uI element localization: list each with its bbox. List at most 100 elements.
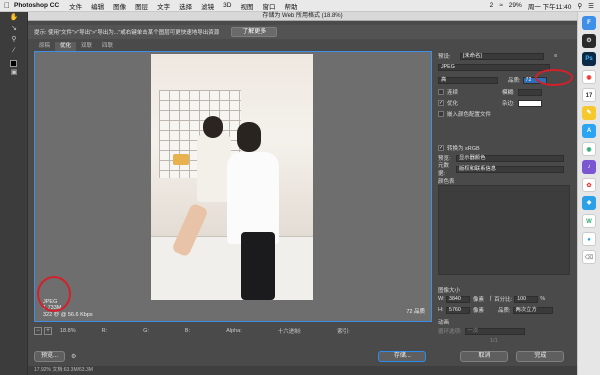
convert-srgb-checkbox[interactable]: ✓ [438, 145, 444, 151]
quality-row: 高 品质: 72 [438, 76, 547, 84]
menu-window[interactable]: 窗口 [262, 1, 275, 11]
progressive-checkbox[interactable] [438, 89, 444, 95]
width-input[interactable]: 3840 [446, 295, 470, 303]
quality-level-select[interactable]: 高 [438, 76, 498, 84]
embed-profile-label: 嵌入颜色配置文件 [447, 112, 492, 118]
convert-srgb-label: 转换为 sRGB [447, 146, 480, 152]
width-unit: 像素 [473, 297, 485, 303]
dock: F ⚙ Ps ◉ 17 ✎ A ◉ ♪ ✿ ◈ W ● ⌫ [577, 12, 600, 375]
learn-more-button[interactable]: 了解更多 [231, 27, 278, 37]
format-select[interactable]: JPEG [438, 63, 550, 71]
g-readout: G: [143, 327, 149, 334]
red-annotation-circle [37, 276, 71, 312]
menu-type[interactable]: 文字 [157, 1, 170, 11]
cancel-button[interactable]: 取消 [460, 351, 509, 362]
red-annotation-circle-quality [535, 69, 573, 86]
menu-help[interactable]: 帮助 [284, 1, 297, 11]
height-input[interactable]: 5760 [446, 306, 470, 314]
optimized-checkbox[interactable]: ✓ [438, 100, 444, 106]
preview-button[interactable]: 预览... [34, 351, 66, 362]
eyedropper-tool-icon[interactable]: ∕ [0, 45, 28, 56]
image-size-label: 图像大小 [438, 288, 461, 294]
qq-icon[interactable]: ● [582, 232, 596, 246]
trash-icon[interactable]: ⌫ [582, 250, 596, 264]
preset-select[interactable]: [未命名] [460, 52, 544, 60]
menu-filter[interactable]: 滤镜 [201, 1, 214, 11]
calendar-icon[interactable]: 17 [582, 88, 596, 102]
person-man-head [237, 122, 261, 152]
dialog-title: 存储为 Web 所用格式 (18.8%) [28, 12, 577, 21]
quality-label: 品质: [508, 78, 521, 84]
menu-edit[interactable]: 编辑 [91, 1, 104, 11]
appstore-icon[interactable]: A [582, 124, 596, 138]
status-area: 2 ≈ 29% 周一 下午11:40 ⚲ ☰ [490, 1, 600, 11]
loop-select[interactable]: 一次 [464, 327, 525, 335]
menu-3d[interactable]: 3D [223, 2, 231, 9]
notification-count[interactable]: 2 [490, 2, 494, 9]
menubar:  Photoshop CC 文件 编辑 图像 图层 文字 选择 滤镜 3D 视… [0, 0, 600, 12]
zoom-level[interactable]: 18.8% [60, 328, 76, 334]
percent-unit: % [540, 296, 546, 302]
settings-icon[interactable]: ⚙ [582, 34, 596, 48]
wechat-icon[interactable]: W [582, 214, 596, 228]
photos-icon[interactable]: ✿ [582, 178, 596, 192]
search-icon[interactable]: ⚲ [577, 2, 582, 10]
preset-label: 预设: [438, 54, 451, 60]
eyedropper-color-swatch[interactable] [10, 60, 17, 67]
zoom-tool-icon[interactable]: ⚲ [0, 34, 28, 45]
safari-icon[interactable]: ◈ [582, 196, 596, 210]
wifi-icon[interactable]: ≈ [499, 2, 503, 9]
save-for-web-dialog: 存储为 Web 所用格式 (18.8%) 提示: 使用"文件">"导出">"导出… [28, 12, 577, 375]
convert-srgb-row: ✓ 转换为 sRGB [438, 144, 480, 152]
percent-input[interactable]: 100 [514, 295, 539, 303]
person-woman [197, 132, 231, 202]
tab-4-up[interactable]: 四联 [97, 42, 118, 51]
loop-row: 循环选项: 一次 [438, 327, 525, 335]
chrome-icon[interactable]: ◉ [582, 70, 596, 84]
view-tabs: 原稿 优化 双联 四联 [28, 42, 118, 51]
menu-layer[interactable]: 图层 [135, 1, 148, 11]
menu-view[interactable]: 视图 [240, 1, 253, 11]
blur-input[interactable] [517, 88, 542, 96]
preview-color-select[interactable]: 显示器颜色 [456, 154, 564, 162]
zoom-in-button[interactable]: + [44, 326, 52, 335]
metadata-row: 元数据: 版权和联系信息 [438, 163, 564, 177]
slice-select-tool-icon[interactable]: ↘ [0, 23, 28, 34]
app-menu[interactable]: Photoshop CC [14, 2, 59, 9]
hand-tool-icon[interactable]: ✋ [0, 12, 28, 23]
metadata-select[interactable]: 版权和联系信息 [456, 165, 564, 173]
width-label: W: [438, 296, 445, 302]
index-readout: 索引: [337, 328, 350, 335]
menu-image[interactable]: 图像 [113, 1, 126, 11]
photoshop-icon[interactable]: Ps [582, 52, 596, 66]
music-icon[interactable]: ♪ [582, 160, 596, 174]
download-time-text: 322 秒 @ 56.6 Kbps [43, 311, 93, 318]
save-button[interactable]: 存储... [378, 351, 427, 362]
resample-select[interactable]: 两次立方 [512, 306, 553, 314]
slice-visibility-icon[interactable]: ▣ [0, 67, 28, 78]
apple-menu-icon[interactable]:  [0, 1, 14, 10]
browser-preview-icon[interactable]: ⚙ [71, 353, 76, 360]
tab-original[interactable]: 原稿 [34, 42, 55, 51]
finder-icon[interactable]: F [582, 16, 596, 30]
clock[interactable]: 周一 下午11:40 [528, 1, 572, 11]
messages-icon[interactable]: ◉ [582, 142, 596, 156]
image-preview[interactable]: JPEG 1.733M 322 秒 @ 56.6 Kbps 72 品质 [34, 51, 432, 322]
notes-icon[interactable]: ✎ [582, 106, 596, 120]
menu-select[interactable]: 选择 [179, 1, 192, 11]
format-row: JPEG [438, 63, 550, 71]
tip-bar: 提示: 使用"文件">"导出">"导出为..."或右键单击某个图层可更快速地导出… [28, 25, 577, 39]
battery-percent[interactable]: 29% [509, 2, 522, 9]
tab-optimized[interactable]: 优化 [55, 42, 77, 51]
preset-menu-icon[interactable]: ≡ [554, 53, 557, 59]
matte-select[interactable] [517, 99, 542, 107]
menu-list-icon[interactable]: ☰ [588, 2, 594, 10]
embed-profile-checkbox[interactable] [438, 111, 444, 117]
r-readout: R: [101, 327, 108, 334]
quality-note: 72 品质 [406, 309, 425, 315]
zoom-out-button[interactable]: − [34, 326, 42, 335]
link-icon[interactable]: ⌈ [490, 296, 492, 302]
done-button[interactable]: 完成 [516, 351, 565, 362]
tab-2-up[interactable]: 双联 [76, 42, 97, 51]
menu-file[interactable]: 文件 [69, 1, 82, 11]
